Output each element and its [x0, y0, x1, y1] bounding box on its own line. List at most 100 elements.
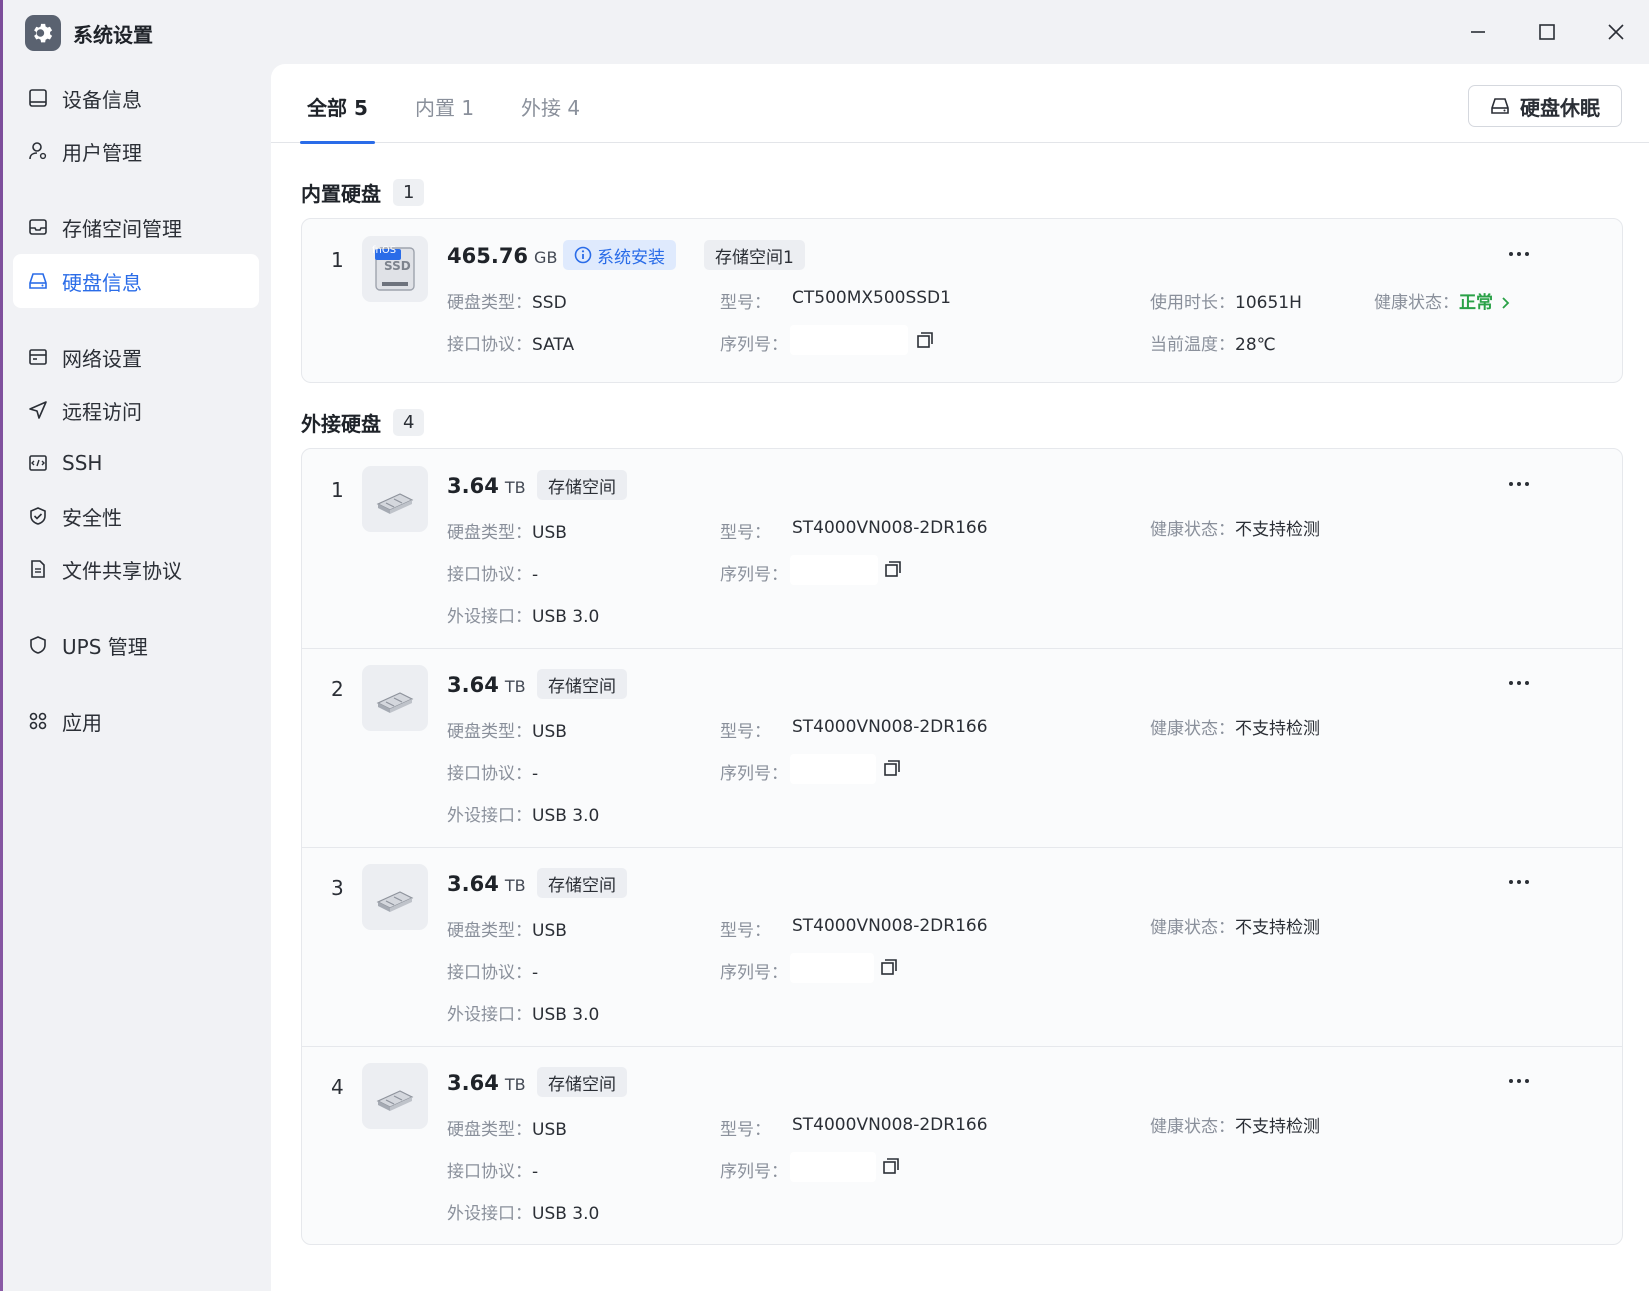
sidebar-item-user-management[interactable]: 用户管理: [13, 124, 259, 178]
more-options-button[interactable]: [1502, 870, 1536, 894]
serial-value-redacted: [790, 555, 878, 585]
field-value: USB 3.0: [532, 806, 600, 826]
apps-icon: [27, 710, 49, 732]
tag-label: 系统安装: [597, 247, 665, 268]
field-key: 型号：: [720, 293, 771, 313]
disk-type-field: 硬盘类型：USB: [447, 518, 567, 543]
sidebar-item-label: 存储空间管理: [62, 216, 182, 241]
tab-external[interactable]: 外接 4: [521, 92, 580, 143]
field-value: USB 3.0: [532, 607, 600, 627]
disk-type-field: 硬盘类型：SSD: [447, 288, 567, 313]
health-field: 健康状态：正常: [1374, 288, 1511, 313]
external-disks-heading: 外接硬盘 4: [301, 408, 425, 437]
copy-serial-button[interactable]: [881, 557, 905, 581]
protocol-field: 接口协议：-: [447, 560, 538, 585]
copy-serial-button[interactable]: [880, 756, 904, 780]
sidebar-item-remote-access[interactable]: 远程访问: [13, 383, 259, 437]
sidebar-item-device-info[interactable]: 设备信息: [13, 71, 259, 125]
copy-serial-button[interactable]: [877, 955, 901, 979]
window-title: 系统设置: [73, 23, 153, 47]
usage-field: 使用时长：10651H: [1150, 288, 1302, 313]
close-button[interactable]: [1596, 14, 1636, 50]
field-value: ST4000VN008-2DR166: [792, 717, 988, 737]
ssd-disk-icon: fnOS SSD: [362, 236, 428, 302]
field-key: 序列号：: [720, 963, 788, 983]
disk-type-field: 硬盘类型：USB: [447, 1115, 567, 1140]
external-port-field: 外设接口：USB 3.0: [447, 1199, 599, 1224]
disk-index: 2: [331, 677, 344, 701]
terminal-icon: [27, 452, 49, 474]
field-key: 健康状态：: [1150, 520, 1235, 540]
sidebar-item-ups[interactable]: UPS 管理: [13, 618, 259, 672]
disk-icon: [27, 270, 49, 292]
tab-internal[interactable]: 内置 1: [415, 92, 474, 143]
more-icon: [1509, 252, 1529, 256]
copy-serial-button[interactable]: [879, 1154, 903, 1178]
sidebar-item-storage[interactable]: 存储空间管理: [13, 200, 259, 254]
field-value: 不支持检测: [1235, 1117, 1320, 1137]
storage-pool-tag: 存储空间: [537, 1067, 627, 1097]
disk-row[interactable]: 1 3.64 TB 存储空间 硬盘类型：USB 型号： ST4000VN008-2…: [302, 449, 1622, 648]
disk-type-field: 硬盘类型：USB: [447, 717, 567, 742]
field-key: 外设接口：: [447, 1204, 532, 1224]
capacity-unit: TB: [504, 1075, 526, 1094]
sidebar-item-label: 远程访问: [62, 399, 142, 424]
sidebar-item-network[interactable]: 网络设置: [13, 330, 259, 384]
model-value-field: ST4000VN008-2DR166: [792, 1115, 988, 1135]
sidebar-item-file-sharing[interactable]: 文件共享协议: [13, 542, 259, 596]
capacity-unit: GB: [534, 248, 558, 267]
field-value: 不支持检测: [1235, 918, 1320, 938]
sidebar-item-disk-info[interactable]: 硬盘信息: [13, 254, 259, 308]
disk-row[interactable]: 1 fnOS SSD 465.76 GB 系统安装 存储空间1 硬盘类型：SSD…: [302, 219, 1622, 384]
sidebar-item-ssh[interactable]: SSH: [13, 436, 259, 490]
health-field: 健康状态：不支持检测: [1150, 515, 1320, 540]
field-key: 序列号：: [720, 335, 788, 355]
copy-icon: [885, 561, 901, 577]
capacity-value: 465.76: [447, 244, 529, 268]
field-key: 型号：: [720, 1120, 771, 1140]
field-key: 型号：: [720, 722, 771, 742]
tab-all[interactable]: 全部 5: [300, 92, 375, 144]
sidebar-item-apps[interactable]: 应用: [13, 694, 259, 748]
field-key: 接口协议：: [447, 335, 532, 355]
field-key: 外设接口：: [447, 607, 532, 627]
more-options-button[interactable]: [1502, 671, 1536, 695]
more-options-button[interactable]: [1502, 1069, 1536, 1093]
maximize-button[interactable]: [1527, 14, 1567, 50]
protocol-field: 接口协议：SATA: [447, 330, 574, 355]
field-key: 接口协议：: [447, 1162, 532, 1182]
serial-field: 序列号：: [720, 560, 788, 585]
field-value: USB: [532, 921, 567, 941]
storage-icon: [27, 216, 49, 238]
storage-pool-tag: 存储空间: [537, 868, 627, 898]
more-options-button[interactable]: [1502, 472, 1536, 496]
serial-value-redacted: [790, 953, 874, 983]
serial-field: 序列号：: [720, 330, 788, 355]
health-field: 健康状态：不支持检测: [1150, 1112, 1320, 1137]
field-value: SSD: [532, 293, 567, 313]
file-icon: [27, 558, 49, 580]
field-value: USB: [532, 1120, 567, 1140]
disk-sleep-button[interactable]: 硬盘休眠: [1468, 85, 1622, 127]
model-value-field: CT500MX500SSD1: [792, 288, 951, 308]
field-value: 28℃: [1235, 335, 1276, 355]
copy-serial-button[interactable]: [913, 328, 937, 352]
more-icon: [1509, 482, 1529, 486]
field-key: 接口协议：: [447, 963, 532, 983]
sidebar-item-label: 应用: [62, 710, 102, 735]
disk-row[interactable]: 2 3.64 TB 存储空间 硬盘类型：USB 型号： ST4000VN008-2…: [302, 648, 1622, 847]
model-field: 型号：: [720, 288, 771, 313]
more-options-button[interactable]: [1502, 242, 1536, 266]
external-port-field: 外设接口：USB 3.0: [447, 602, 599, 627]
minimize-button[interactable]: [1458, 14, 1498, 50]
usb-disk-icon: [362, 1063, 428, 1129]
sidebar-item-security[interactable]: 安全性: [13, 489, 259, 543]
disk-row[interactable]: 3 3.64 TB 存储空间 硬盘类型：USB 型号： ST4000VN008-2…: [302, 847, 1622, 1046]
disk-row[interactable]: 4 3.64 TB 存储空间 硬盘类型：USB 型号： ST4000VN008-2…: [302, 1046, 1622, 1245]
chevron-right-icon[interactable]: [1501, 296, 1511, 310]
sidebar-item-label: 硬盘信息: [62, 270, 142, 295]
field-value: 不支持检测: [1235, 520, 1320, 540]
minimize-icon: [1471, 31, 1485, 33]
disk-capacity: 3.64 TB: [447, 474, 526, 498]
model-field: 型号：: [720, 518, 771, 543]
